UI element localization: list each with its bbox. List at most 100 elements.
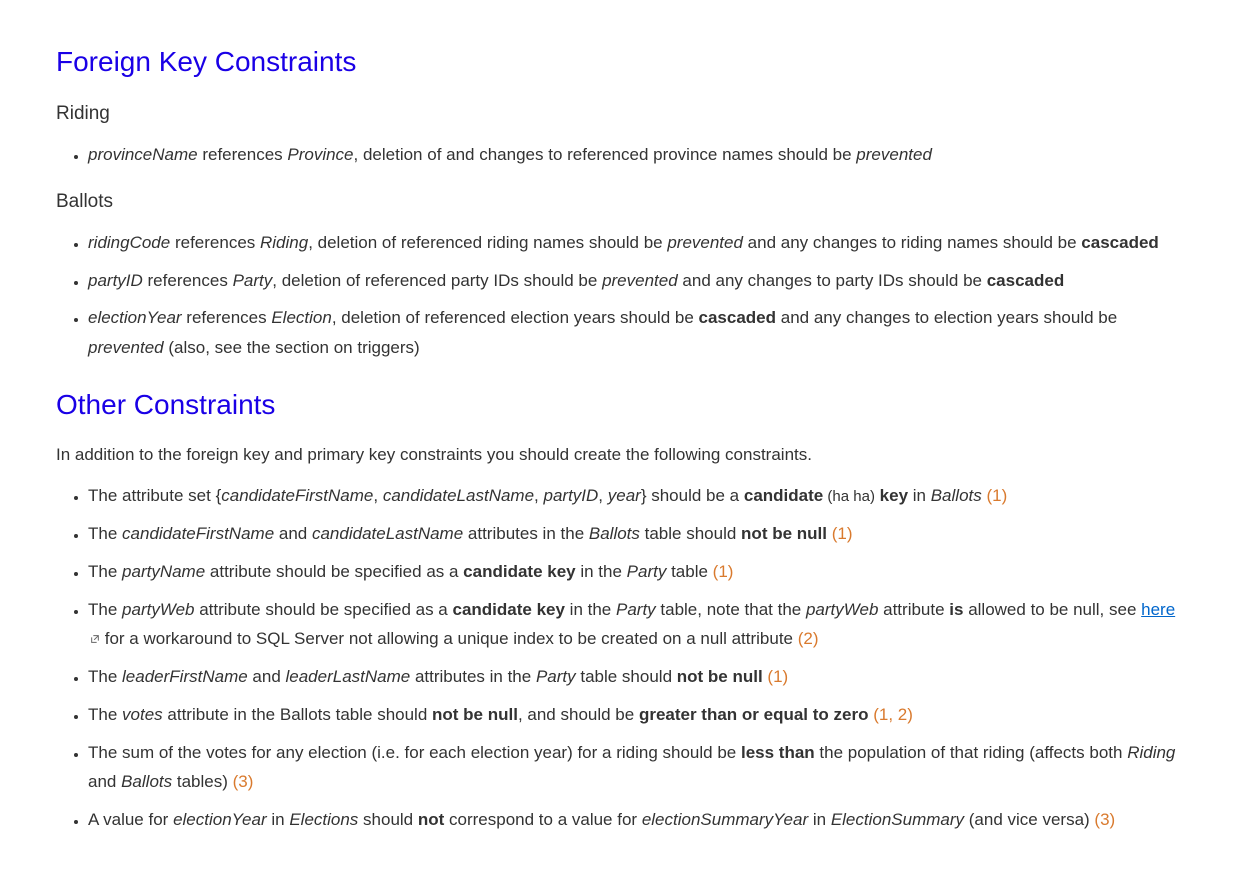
text: attribute — [878, 600, 949, 619]
text: The sum of the votes for any election (i… — [88, 743, 741, 762]
external-link-icon — [90, 624, 100, 634]
attribute-name: year — [608, 486, 641, 505]
text: in — [908, 486, 931, 505]
emphasis: not be null — [741, 524, 827, 543]
attribute-name: candidateFirstName — [221, 486, 373, 505]
emphasis: prevented — [667, 233, 743, 252]
table-name: Party — [233, 271, 273, 290]
text: tables) — [172, 772, 228, 791]
text: , and should be — [518, 705, 639, 724]
emphasis: is — [949, 600, 963, 619]
attribute-name: partyID — [88, 271, 143, 290]
text: attribute in the Ballots table should — [163, 705, 432, 724]
text: , — [598, 486, 607, 505]
text: The attribute set { — [88, 486, 221, 505]
note-marker: (1, 2) — [868, 705, 912, 724]
list-item: provinceName references Province, deleti… — [88, 140, 1186, 170]
here-link[interactable]: here — [1141, 600, 1175, 619]
text: , deletion of referenced election years … — [332, 308, 699, 327]
list-item: electionYear references Election, deleti… — [88, 303, 1186, 363]
attribute-name: leaderFirstName — [122, 667, 248, 686]
note-marker: (2) — [793, 629, 819, 648]
attribute-name: partyName — [122, 562, 205, 581]
text: table — [666, 562, 708, 581]
emphasis: key — [875, 486, 908, 505]
text-small: ha ha — [832, 488, 870, 505]
note-marker: (1) — [982, 486, 1008, 505]
text: and — [248, 667, 286, 686]
attribute-name: electionYear — [88, 308, 182, 327]
table-name: Elections — [289, 810, 358, 829]
text: correspond to a value for — [444, 810, 642, 829]
text: , — [373, 486, 382, 505]
text: and — [88, 772, 121, 791]
emphasis: candidate key — [463, 562, 575, 581]
text: the population of that riding (affects b… — [815, 743, 1128, 762]
riding-constraint-list: provinceName references Province, deleti… — [56, 140, 1186, 170]
attribute-name: leaderLastName — [286, 667, 411, 686]
note-marker: (1) — [827, 524, 853, 543]
emphasis: not be null — [677, 667, 763, 686]
table-name: Ballots — [589, 524, 640, 543]
note-marker: (3) — [228, 772, 254, 791]
text: The — [88, 562, 122, 581]
ballots-constraint-list: ridingCode references Riding, deletion o… — [56, 228, 1186, 363]
emphasis: less than — [741, 743, 815, 762]
text: attribute should be specified as a — [205, 562, 463, 581]
text: in — [267, 810, 290, 829]
text: The — [88, 524, 122, 543]
list-item: The partyWeb attribute should be specifi… — [88, 595, 1186, 655]
text: table should — [640, 524, 741, 543]
emphasis: prevented — [856, 145, 932, 164]
attribute-name: candidateFirstName — [122, 524, 274, 543]
emphasis: not be null — [432, 705, 518, 724]
attribute-name: votes — [122, 705, 163, 724]
text: , deletion of referenced party IDs shoul… — [272, 271, 602, 290]
emphasis: cascaded — [987, 271, 1065, 290]
text: (and vice versa) — [964, 810, 1090, 829]
note-marker: (1) — [763, 667, 789, 686]
table-name: ElectionSummary — [831, 810, 964, 829]
table-name: Ballots — [931, 486, 982, 505]
attribute-name: partyID — [544, 486, 599, 505]
text: and any changes to party IDs should be — [678, 271, 987, 290]
text: in the — [565, 600, 616, 619]
text: , — [534, 486, 543, 505]
list-item: ridingCode references Riding, deletion o… — [88, 228, 1186, 258]
text: references — [143, 271, 233, 290]
table-name: Riding — [260, 233, 308, 252]
attribute-name: partyWeb — [122, 600, 194, 619]
text: table, note that the — [656, 600, 806, 619]
emphasis: candidate — [744, 486, 823, 505]
text: references — [182, 308, 272, 327]
text: references — [170, 233, 260, 252]
attribute-name: ridingCode — [88, 233, 170, 252]
emphasis: cascaded — [1081, 233, 1159, 252]
text: should — [358, 810, 418, 829]
attribute-name: candidateLastName — [312, 524, 463, 543]
table-name: Party — [616, 600, 656, 619]
text: attributes in the — [410, 667, 536, 686]
text: in the — [576, 562, 627, 581]
text: , deletion of referenced riding names sh… — [308, 233, 667, 252]
list-item: partyID references Party, deletion of re… — [88, 266, 1186, 296]
emphasis: cascaded — [699, 308, 777, 327]
text: in — [808, 810, 831, 829]
text: The — [88, 705, 122, 724]
table-name: Riding — [1127, 743, 1175, 762]
attribute-name: provinceName — [88, 145, 198, 164]
note-marker: (3) — [1090, 810, 1116, 829]
text: and — [274, 524, 312, 543]
list-item: The partyName attribute should be specif… — [88, 557, 1186, 587]
note-marker: (1) — [708, 562, 734, 581]
attribute-name: electionSummaryYear — [642, 810, 808, 829]
emphasis: not — [418, 810, 444, 829]
subheading-ballots: Ballots — [56, 186, 1186, 218]
list-item: The candidateFirstName and candidateLast… — [88, 519, 1186, 549]
text: The — [88, 600, 122, 619]
emphasis: greater than or equal to zero — [639, 705, 869, 724]
text: for a workaround to SQL Server not allow… — [100, 629, 793, 648]
attribute-name: electionYear — [173, 810, 267, 829]
text: attribute should be specified as a — [194, 600, 452, 619]
attribute-name: candidateLastName — [383, 486, 534, 505]
